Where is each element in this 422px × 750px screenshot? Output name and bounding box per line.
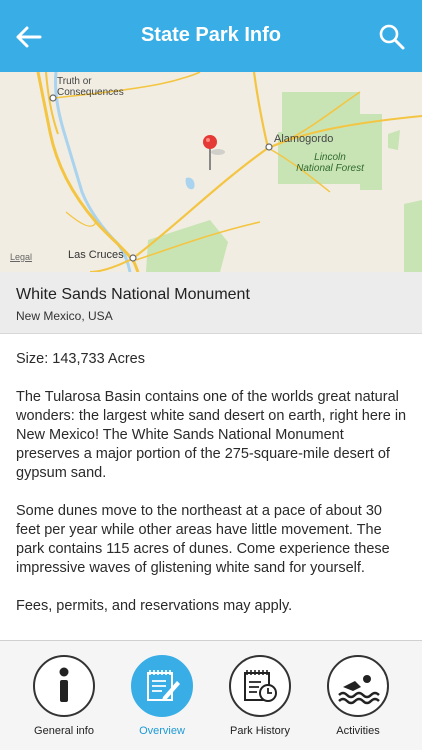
map-label-alamogordo: Alamogordo bbox=[274, 133, 334, 145]
map-legal-link[interactable]: Legal bbox=[10, 252, 32, 262]
info-icon bbox=[59, 667, 69, 702]
nav-overview[interactable]: Overview bbox=[122, 655, 202, 750]
description-paragraph-3: Fees, permits, and reservations may appl… bbox=[16, 598, 293, 614]
search-icon bbox=[379, 24, 405, 50]
nav-general-info[interactable]: General info bbox=[24, 655, 104, 750]
park-size: Size: 143,733 Acres bbox=[16, 351, 145, 367]
map-label-las-cruces: Las Cruces bbox=[68, 249, 124, 261]
map-view[interactable]: Truth or Consequences Alamogordo Lincoln N… bbox=[0, 72, 422, 272]
nav-activities-circle bbox=[327, 655, 389, 717]
nav-overview-label: Overview bbox=[139, 725, 185, 737]
page-title: State Park Info bbox=[140, 24, 282, 46]
nav-park-history[interactable]: Park History bbox=[220, 655, 300, 750]
swimmer-icon bbox=[338, 675, 380, 705]
map-label-lincoln: Lincoln National Forest bbox=[296, 152, 364, 174]
map-label-truth: Truth or Consequences bbox=[57, 76, 124, 98]
history-icon bbox=[244, 670, 277, 702]
nav-overview-circle bbox=[131, 655, 193, 717]
app-header: State Park Info bbox=[0, 0, 422, 72]
nav-activities[interactable]: Activities bbox=[318, 655, 398, 750]
park-header: White Sands National Monument New Mexico… bbox=[0, 272, 422, 334]
search-button[interactable] bbox=[376, 20, 408, 54]
nav-park-history-circle bbox=[229, 655, 291, 717]
nav-activities-label: Activities bbox=[336, 725, 380, 737]
nav-park-history-label: Park History bbox=[230, 725, 290, 737]
park-location: New Mexico, USA bbox=[16, 309, 113, 323]
park-description: Size: 143,733 Acres The Tularosa Basin c… bbox=[16, 350, 408, 635]
nav-general-info-circle bbox=[33, 655, 95, 717]
bottom-navigation: General info Overview Park History Activ… bbox=[0, 640, 422, 750]
description-paragraph-1: The Tularosa Basin contains one of the w… bbox=[16, 389, 407, 481]
notepad-icon bbox=[147, 670, 180, 701]
nav-general-info-label: General info bbox=[34, 725, 94, 737]
park-name: White Sands National Monument bbox=[16, 286, 250, 303]
map-pin-icon[interactable] bbox=[203, 135, 225, 170]
description-paragraph-2: Some dunes move to the northeast at a pa… bbox=[16, 503, 390, 576]
